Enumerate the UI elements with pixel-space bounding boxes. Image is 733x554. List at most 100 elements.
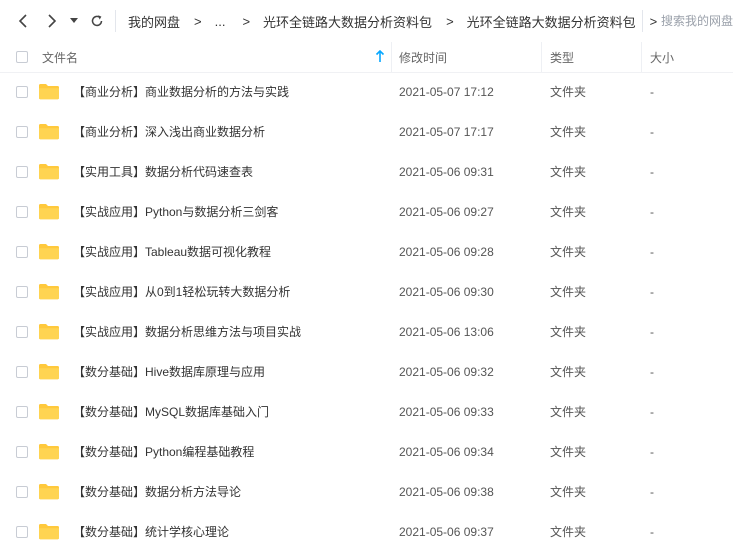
file-modified: 2021-05-07 17:12: [399, 85, 494, 99]
file-name[interactable]: 【数分基础】Hive数据库原理与应用: [73, 352, 265, 392]
refresh-icon: [91, 15, 103, 27]
chevron-left-icon: [18, 14, 27, 28]
column-header-type[interactable]: 类型: [550, 42, 574, 72]
file-size: -: [650, 125, 654, 139]
column-divider: [541, 42, 542, 72]
breadcrumb-item-parent[interactable]: 光环全链路大数据分析资料包: [263, 12, 432, 31]
breadcrumb-separator: >: [649, 13, 658, 29]
breadcrumb: 我的网盘 > ... > 光环全链路大数据分析资料包 > 光环全链路大数据分析资…: [128, 0, 670, 42]
toolbar-divider: [115, 10, 116, 32]
file-modified: 2021-05-07 17:17: [399, 125, 494, 139]
file-size: -: [650, 285, 654, 299]
select-all-checkbox[interactable]: [16, 42, 28, 72]
file-row[interactable]: 【数分基础】Hive数据库原理与应用 2021-05-06 09:32 文件夹 …: [0, 352, 733, 392]
row-checkbox[interactable]: [16, 86, 28, 98]
row-checkbox[interactable]: [16, 206, 28, 218]
file-size: -: [650, 85, 654, 99]
file-name[interactable]: 【数分基础】统计学核心理论: [73, 512, 229, 552]
row-checkbox[interactable]: [16, 446, 28, 458]
file-row[interactable]: 【数分基础】MySQL数据库基础入门 2021-05-06 09:33 文件夹 …: [0, 392, 733, 432]
row-checkbox[interactable]: [16, 486, 28, 498]
breadcrumb-separator: >: [194, 13, 202, 29]
back-button[interactable]: [13, 10, 33, 32]
row-checkbox[interactable]: [16, 406, 28, 418]
column-header-size[interactable]: 大小: [650, 42, 674, 72]
row-checkbox[interactable]: [16, 166, 28, 178]
file-modified: 2021-05-06 09:31: [399, 165, 494, 179]
search-divider: [642, 10, 643, 32]
search-input[interactable]: [658, 11, 733, 31]
row-checkbox[interactable]: [16, 326, 28, 338]
file-type: 文件夹: [550, 485, 587, 499]
refresh-button[interactable]: [87, 10, 107, 32]
file-name[interactable]: 【商业分析】深入浅出商业数据分析: [73, 112, 265, 152]
file-row[interactable]: 【商业分析】深入浅出商业数据分析 2021-05-07 17:17 文件夹 -: [0, 112, 733, 152]
file-type: 文件夹: [550, 285, 587, 299]
file-row[interactable]: 【实用工具】数据分析代码速查表 2021-05-06 09:31 文件夹 -: [0, 152, 733, 192]
file-type: 文件夹: [550, 245, 587, 259]
row-checkbox[interactable]: [16, 286, 28, 298]
file-row[interactable]: 【实战应用】从0到1轻松玩转大数据分析 2021-05-06 09:30 文件夹…: [0, 272, 733, 312]
file-row[interactable]: 【商业分析】商业数据分析的方法与实践 2021-05-07 17:12 文件夹 …: [0, 72, 733, 112]
file-type: 文件夹: [550, 365, 587, 379]
file-modified: 2021-05-06 09:33: [399, 405, 494, 419]
file-name[interactable]: 【实战应用】从0到1轻松玩转大数据分析: [73, 272, 290, 312]
row-checkbox[interactable]: [16, 366, 28, 378]
column-divider: [391, 42, 392, 72]
file-name[interactable]: 【实用工具】数据分析代码速查表: [73, 152, 253, 192]
folder-icon: [39, 244, 59, 260]
file-modified: 2021-05-06 09:27: [399, 205, 494, 219]
caret-down-icon: [70, 18, 78, 23]
breadcrumb-item-ellipsis[interactable]: ...: [215, 14, 226, 29]
row-checkbox[interactable]: [16, 526, 28, 538]
file-modified: 2021-05-06 09:30: [399, 285, 494, 299]
file-type: 文件夹: [550, 525, 587, 539]
file-name[interactable]: 【实战应用】Python与数据分析三剑客: [73, 192, 278, 232]
folder-icon: [39, 284, 59, 300]
forward-button[interactable]: [42, 10, 62, 32]
file-size: -: [650, 325, 654, 339]
file-size: -: [650, 525, 654, 539]
column-header-name[interactable]: 文件名: [42, 42, 78, 72]
file-type: 文件夹: [550, 405, 587, 419]
file-size: -: [650, 445, 654, 459]
breadcrumb-item-current[interactable]: 光环全链路大数据分析资料包: [467, 12, 636, 31]
file-name[interactable]: 【商业分析】商业数据分析的方法与实践: [73, 72, 289, 112]
file-name[interactable]: 【数分基础】MySQL数据库基础入门: [73, 392, 269, 432]
folder-icon: [39, 204, 59, 220]
file-name[interactable]: 【数分基础】数据分析方法导论: [73, 472, 241, 512]
file-modified: 2021-05-06 09:32: [399, 365, 494, 379]
arrow-up-icon[interactable]: [375, 50, 385, 63]
file-name[interactable]: 【实战应用】Tableau数据可视化教程: [73, 232, 271, 272]
folder-icon: [39, 524, 59, 540]
folder-icon: [39, 84, 59, 100]
file-list-header: 文件名 修改时间 类型 大小: [0, 42, 733, 73]
column-divider: [641, 42, 642, 72]
file-row[interactable]: 【数分基础】数据分析方法导论 2021-05-06 09:38 文件夹 -: [0, 472, 733, 512]
file-row[interactable]: 【数分基础】统计学核心理论 2021-05-06 09:37 文件夹 -: [0, 512, 733, 552]
column-header-modified[interactable]: 修改时间: [399, 42, 447, 72]
file-type: 文件夹: [550, 445, 587, 459]
file-modified: 2021-05-06 09:37: [399, 525, 494, 539]
file-row[interactable]: 【实战应用】Python与数据分析三剑客 2021-05-06 09:27 文件…: [0, 192, 733, 232]
breadcrumb-item-home[interactable]: 我的网盘: [128, 12, 180, 31]
file-list: 【商业分析】商业数据分析的方法与实践 2021-05-07 17:12 文件夹 …: [0, 72, 733, 552]
folder-icon: [39, 124, 59, 140]
file-size: -: [650, 405, 654, 419]
history-dropdown-button[interactable]: [67, 10, 81, 32]
file-size: -: [650, 165, 654, 179]
folder-icon: [39, 324, 59, 340]
file-size: -: [650, 245, 654, 259]
file-row[interactable]: 【实战应用】数据分析思维方法与项目实战 2021-05-06 13:06 文件夹…: [0, 312, 733, 352]
file-type: 文件夹: [550, 165, 587, 179]
file-name[interactable]: 【数分基础】Python编程基础教程: [73, 432, 254, 472]
file-row[interactable]: 【实战应用】Tableau数据可视化教程 2021-05-06 09:28 文件…: [0, 232, 733, 272]
file-modified: 2021-05-06 09:28: [399, 245, 494, 259]
row-checkbox[interactable]: [16, 246, 28, 258]
folder-icon: [39, 364, 59, 380]
file-name[interactable]: 【实战应用】数据分析思维方法与项目实战: [73, 312, 301, 352]
file-row[interactable]: 【数分基础】Python编程基础教程 2021-05-06 09:34 文件夹 …: [0, 432, 733, 472]
file-size: -: [650, 365, 654, 379]
file-size: -: [650, 205, 654, 219]
row-checkbox[interactable]: [16, 126, 28, 138]
